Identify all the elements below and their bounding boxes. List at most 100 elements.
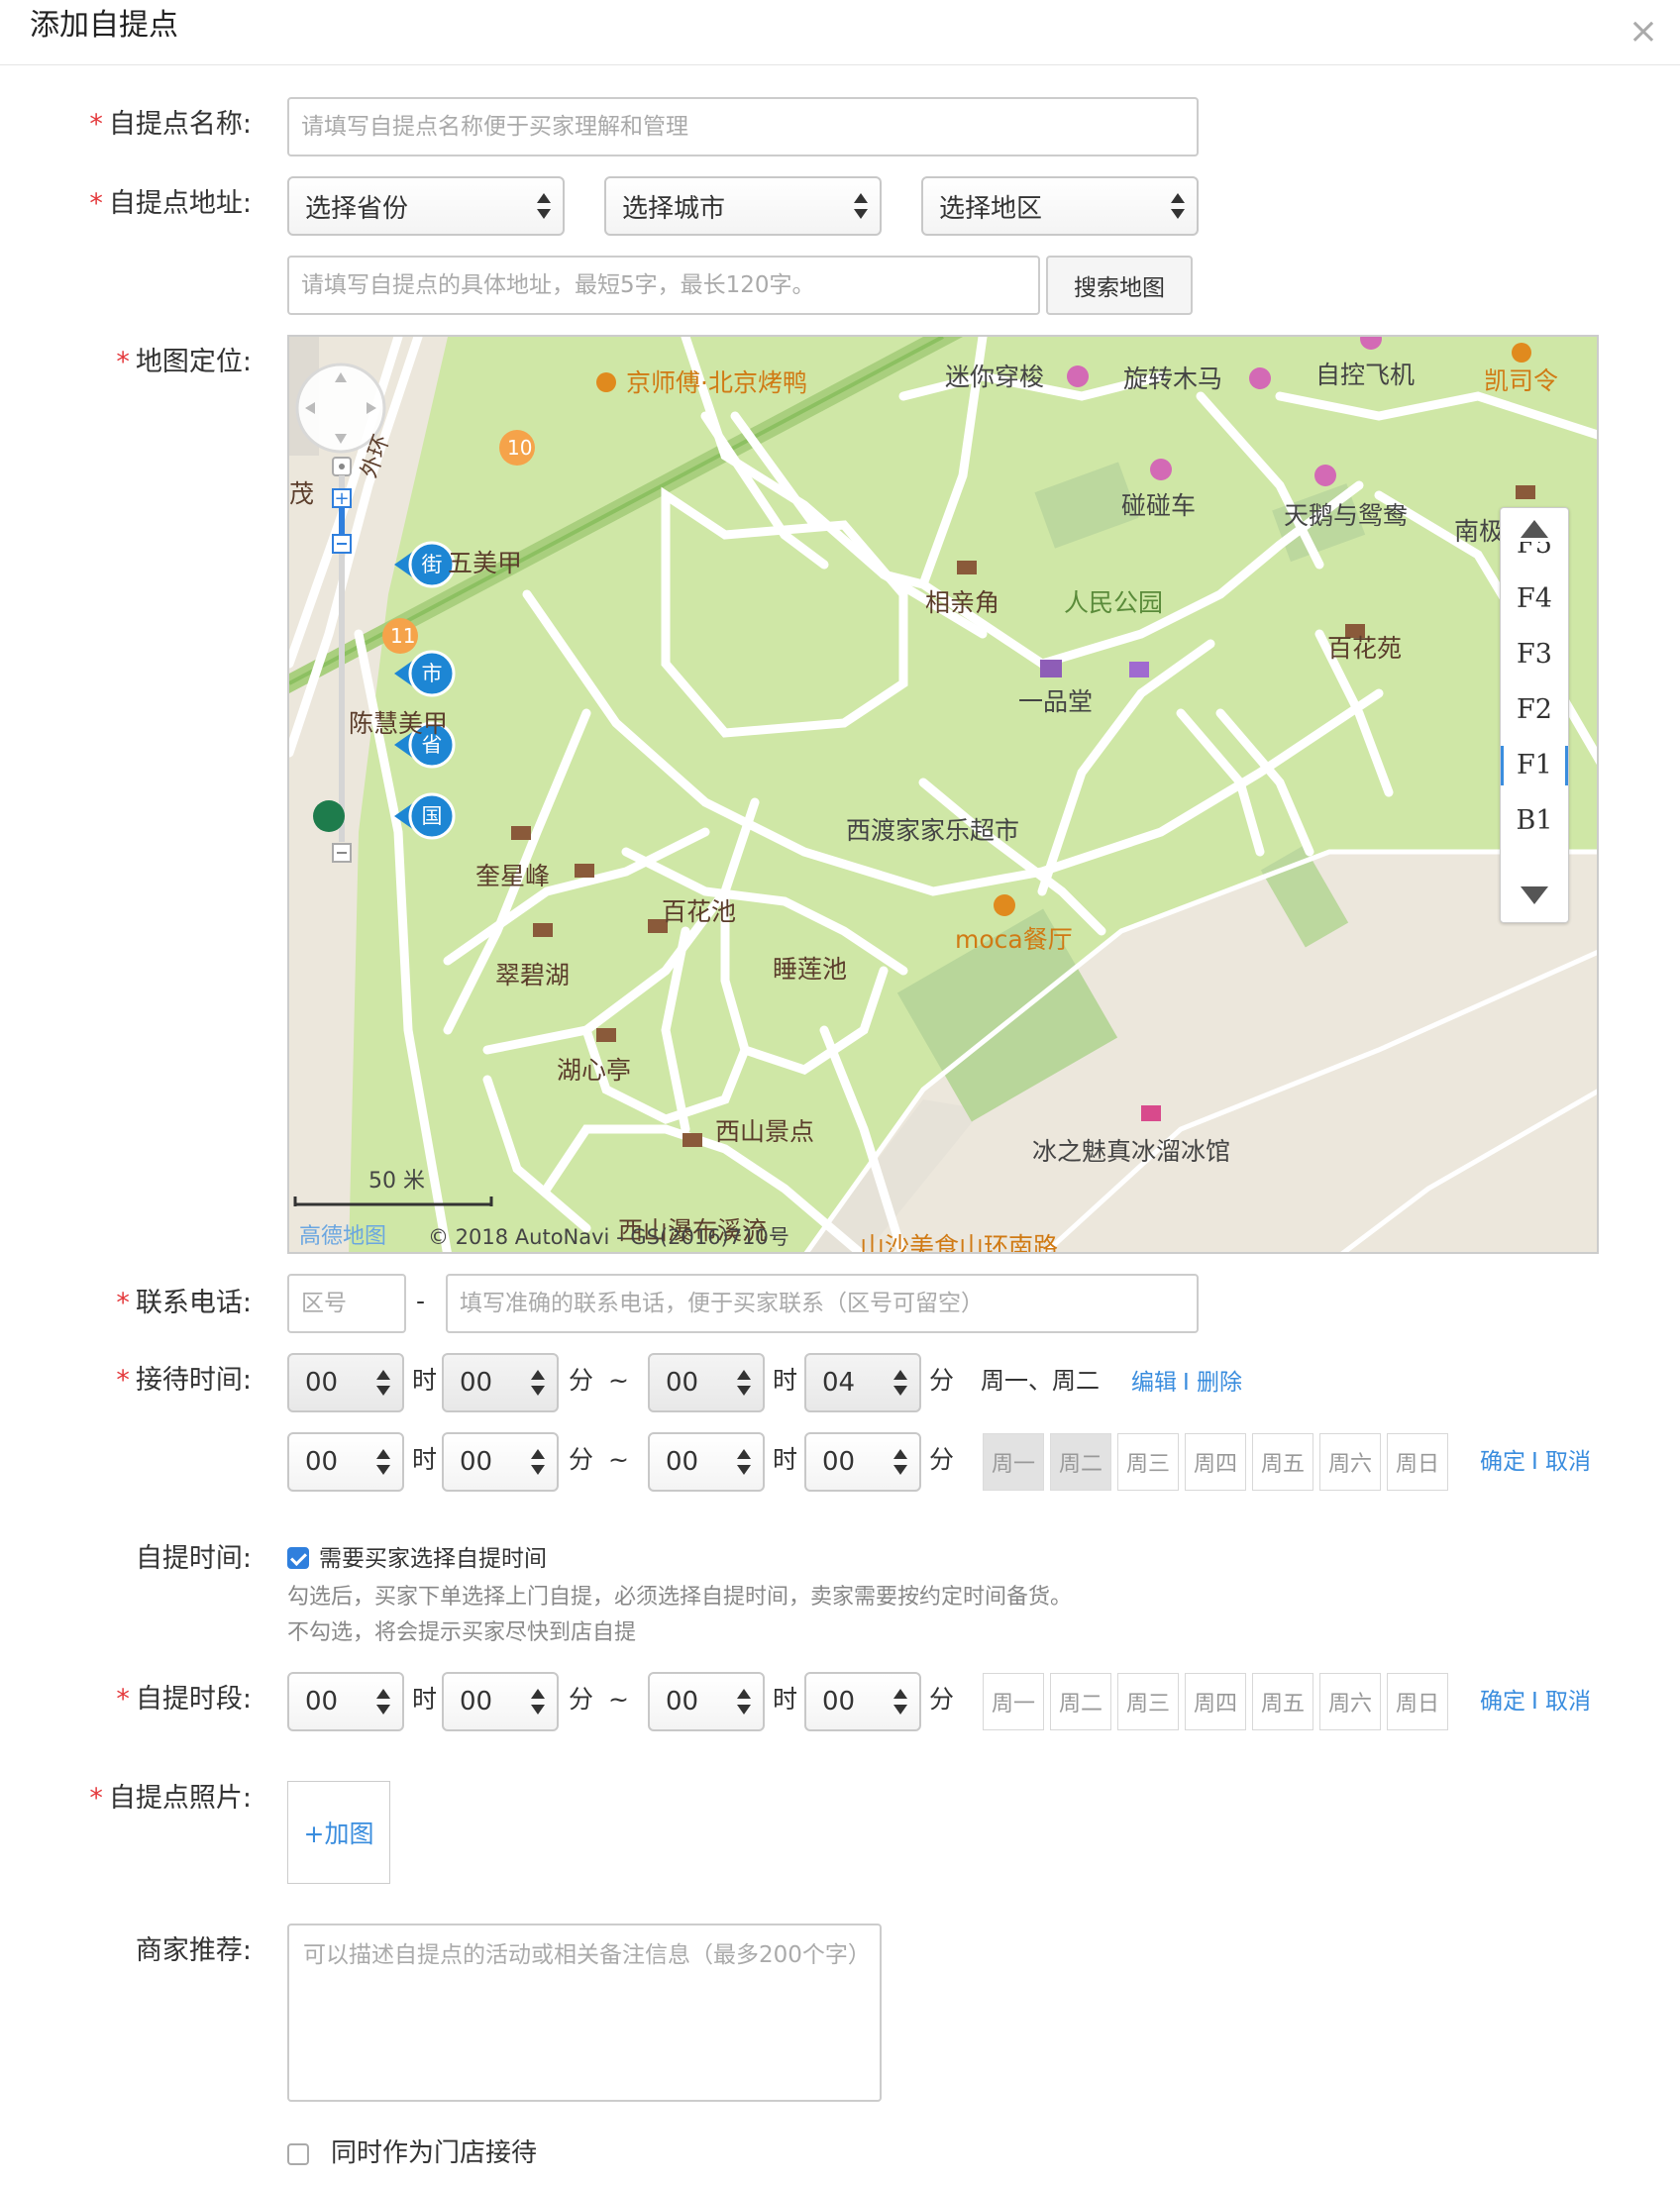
day-toggle-thu[interactable]: 周四	[1185, 1433, 1246, 1491]
store-reception-checkbox[interactable]	[287, 2143, 309, 2165]
hour-unit: 时	[773, 1685, 798, 1714]
day-toggle-wed[interactable]: 周三	[1117, 1673, 1179, 1730]
hour-unit: 时	[412, 1366, 438, 1395]
area-code-input[interactable]	[287, 1274, 406, 1333]
city-select[interactable]: 选择城市	[604, 176, 882, 236]
route-badge: 11	[390, 624, 416, 648]
select-arrows-icon	[376, 1449, 390, 1475]
pickup-slot-label: * 自提时段:	[116, 1684, 252, 1715]
recommend-textarea[interactable]	[287, 1924, 882, 2102]
reception-start-minute-select[interactable]: 00	[442, 1432, 559, 1492]
day-toggle-mon[interactable]: 周一	[983, 1433, 1044, 1491]
day-toggle-thu[interactable]: 周四	[1185, 1673, 1246, 1730]
search-map-button[interactable]: 搜索地图	[1046, 256, 1193, 315]
map-poi: 五美甲	[448, 549, 523, 577]
map-poi: 百花苑	[1327, 634, 1403, 663]
day-toggle-sun[interactable]: 周日	[1387, 1673, 1448, 1730]
store-reception-label: 同时作为门店接待	[331, 2138, 538, 2168]
day-toggle-tue[interactable]: 周二	[1050, 1673, 1111, 1730]
phone-dash: -	[416, 1287, 426, 1315]
reception-label: * 接待时间:	[116, 1365, 252, 1396]
select-arrows-icon	[893, 1689, 907, 1715]
map-copyright: © 2018 AutoNavi - GS(2016)710号	[428, 1225, 789, 1249]
map-canvas: +	[289, 337, 1597, 1252]
province-select[interactable]: 选择省份	[287, 176, 565, 236]
select-arrows-icon	[893, 1370, 907, 1396]
slot-start-minute-select[interactable]: 00	[442, 1672, 559, 1731]
range-tilde: ~	[608, 1685, 629, 1714]
day-toggle-wed[interactable]: 周三	[1117, 1433, 1179, 1491]
map-poi: 一品堂	[1018, 687, 1094, 716]
select-arrows-icon	[531, 1689, 545, 1715]
dialog-header: 添加自提点 ×	[0, 0, 1680, 65]
day-toggle-sun[interactable]: 周日	[1387, 1433, 1448, 1491]
cancel-link[interactable]: 取消	[1545, 1444, 1591, 1480]
day-toggle-sat[interactable]: 周六	[1319, 1433, 1381, 1491]
floor-selector[interactable]: F5 F4 F3 F2 F1 B1	[1500, 507, 1569, 923]
require-pickup-time-checkbox[interactable]	[287, 1547, 309, 1569]
minute-unit: 分	[929, 1685, 955, 1714]
pickup-name-input[interactable]	[287, 97, 1199, 156]
country-marker-icon[interactable]: 国	[420, 801, 444, 831]
floor-item[interactable]: F3	[1501, 635, 1568, 675]
map-poi: 人民公园	[1064, 588, 1164, 617]
map-scale-label: 50 米	[368, 1169, 425, 1194]
map-poi: 相亲角	[925, 588, 1000, 617]
day-toggle-tue[interactable]: 周二	[1050, 1433, 1111, 1491]
reception-end-minute-select[interactable]: 04	[804, 1353, 921, 1412]
select-arrows-icon	[893, 1449, 907, 1475]
reception-start-hour-select[interactable]: 00	[287, 1432, 404, 1492]
range-tilde: ~	[608, 1445, 629, 1474]
map-poi: 旋转木马	[1123, 364, 1223, 393]
street-marker-icon[interactable]: 街	[420, 550, 444, 579]
link-separator: I	[1183, 1370, 1190, 1396]
city-marker-icon[interactable]: 市	[420, 659, 444, 688]
delete-link[interactable]: 删除	[1197, 1365, 1242, 1401]
select-arrows-icon	[737, 1449, 751, 1475]
province-marker-icon[interactable]: 省	[420, 730, 444, 760]
day-toggle-fri[interactable]: 周五	[1252, 1673, 1313, 1730]
close-icon[interactable]: ×	[1628, 14, 1658, 50]
map-poi: 迷你穿梭	[945, 363, 1045, 391]
select-arrows-icon	[531, 1449, 545, 1475]
address-label: * 自提点地址:	[89, 188, 252, 219]
slot-start-hour-select[interactable]: 00	[287, 1672, 404, 1731]
day-toggle-mon[interactable]: 周一	[983, 1673, 1044, 1730]
reception-start-minute-select[interactable]: 00	[442, 1353, 559, 1412]
reception-start-hour-select[interactable]: 00	[287, 1353, 404, 1412]
reception-end-hour-select[interactable]: 00	[648, 1353, 765, 1412]
select-arrows-icon	[531, 1370, 545, 1396]
select-arrows-icon	[1171, 193, 1185, 219]
address-detail-input[interactable]	[287, 256, 1040, 315]
add-photo-button[interactable]: +加图	[287, 1781, 390, 1884]
district-select[interactable]: 选择地区	[921, 176, 1199, 236]
confirm-link[interactable]: 确定	[1480, 1684, 1525, 1719]
floor-item[interactable]: F4	[1501, 579, 1568, 619]
slot-end-minute-select[interactable]: 00	[804, 1672, 921, 1731]
range-tilde: ~	[608, 1366, 629, 1395]
map-brand-logo: 高德地图	[299, 1224, 387, 1249]
confirm-link[interactable]: 确定	[1480, 1444, 1525, 1480]
reception-end-minute-select[interactable]: 00	[804, 1432, 921, 1492]
map-poi: 京师傅·北京烤鸭	[626, 368, 807, 397]
name-label: * 自提点名称:	[89, 109, 252, 140]
map-poi: 翠碧湖	[495, 961, 571, 989]
floor-item[interactable]: B1	[1501, 801, 1568, 841]
floor-item[interactable]: F2	[1501, 690, 1568, 730]
reception-end-hour-select[interactable]: 00	[648, 1432, 765, 1492]
floor-item[interactable]: F5	[1501, 542, 1568, 562]
minute-unit: 分	[569, 1445, 594, 1474]
map-view[interactable]: + 京师傅·北京烤鸭 迷你穿梭 旋转木马 自控飞机 凯司令 碰碰车 天鹅与鸳鸯 …	[287, 335, 1599, 1254]
floor-up-icon[interactable]	[1521, 520, 1548, 538]
map-poi: 西渡家家乐超市	[846, 816, 1020, 845]
slot-end-hour-select[interactable]: 00	[648, 1672, 765, 1731]
cancel-link[interactable]: 取消	[1545, 1684, 1591, 1719]
phone-number-input[interactable]	[446, 1274, 1199, 1333]
day-toggle-fri[interactable]: 周五	[1252, 1433, 1313, 1491]
edit-link[interactable]: 编辑	[1131, 1365, 1177, 1401]
floor-item-active[interactable]: F1	[1501, 746, 1568, 785]
map-poi: 碰碰车	[1121, 491, 1197, 520]
floor-down-icon[interactable]	[1521, 886, 1548, 904]
day-toggle-sat[interactable]: 周六	[1319, 1673, 1381, 1730]
select-arrows-icon	[376, 1689, 390, 1715]
